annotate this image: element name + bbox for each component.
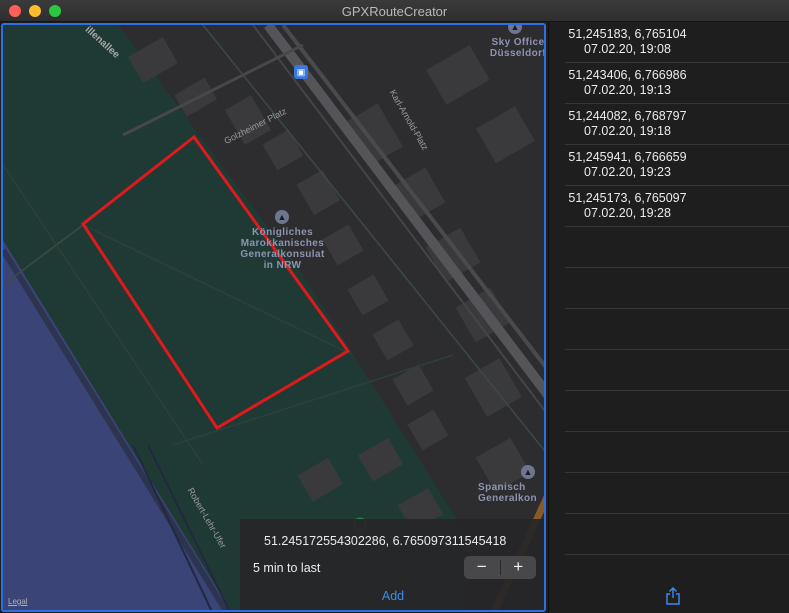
waypoint-time: 07.02.20, 19:08 [584,42,671,56]
list-item[interactable]: 51,245941, 6,766659 07.02.20, 19:23 [565,145,789,186]
empty-row [565,473,789,514]
sky-office-label: Sky Office Düsseldorf [489,37,546,59]
list-item[interactable]: 51,245183, 6,765104 07.02.20, 19:08 [565,22,789,63]
waypoint-coordinate: 51,245183, 6,765104 [568,27,687,41]
list-item[interactable]: 51,244082, 6,768797 07.02.20, 19:18 [565,104,789,145]
empty-row [565,432,789,473]
selected-coordinate: 51.245172554302286, 6.765097311545418 [264,534,507,548]
waypoint-coordinate: 51,245941, 6,766659 [568,150,687,164]
waypoint-coordinate: 51,243406, 6,766986 [568,68,687,82]
waypoint-time: 07.02.20, 19:13 [584,83,671,97]
empty-row [565,391,789,432]
share-icon[interactable] [665,587,681,605]
empty-row [565,268,789,309]
interval-stepper[interactable]: − + [464,556,536,579]
transit-icon[interactable]: ▣ [294,65,308,79]
increment-button[interactable]: + [501,556,537,579]
spanish-consulate-label: Spanisch Generalkon [478,482,538,504]
waypoint-time: 07.02.20, 19:18 [584,124,671,138]
coordinate-panel: 51.245172554302286, 6.765097311545418 5 … [240,519,544,610]
list-item[interactable]: 51,243406, 6,766986 07.02.20, 19:13 [565,63,789,104]
add-waypoint-button[interactable]: Add [240,589,544,603]
empty-row [565,514,789,555]
empty-row [565,227,789,268]
waypoint-time: 07.02.20, 19:28 [584,206,671,220]
list-item[interactable]: 51,245173, 6,765097 07.02.20, 19:28 [565,186,789,227]
map-view[interactable]: ▲ Königliches Marokkanisches Generalkons… [1,23,546,612]
decrement-button[interactable]: − [464,556,500,579]
title-bar: GPXRouteCreator [0,0,789,22]
legal-link[interactable]: Legal [8,597,28,606]
landmark-icon[interactable]: ▲ [521,465,535,479]
interval-label: 5 min to last [253,561,321,575]
empty-row [565,309,789,350]
consulate-label: Königliches Marokkanisches Generalkonsul… [240,227,325,271]
waypoint-coordinate: 51,244082, 6,768797 [568,109,687,123]
empty-row [565,350,789,391]
waypoint-time: 07.02.20, 19:23 [584,165,671,179]
landmark-icon[interactable]: ▲ [275,210,289,224]
waypoint-coordinate: 51,245173, 6,765097 [568,191,687,205]
waypoint-list[interactable]: 51,245183, 6,765104 07.02.20, 19:08 51,2… [548,22,789,613]
window-title: GPXRouteCreator [341,4,448,19]
